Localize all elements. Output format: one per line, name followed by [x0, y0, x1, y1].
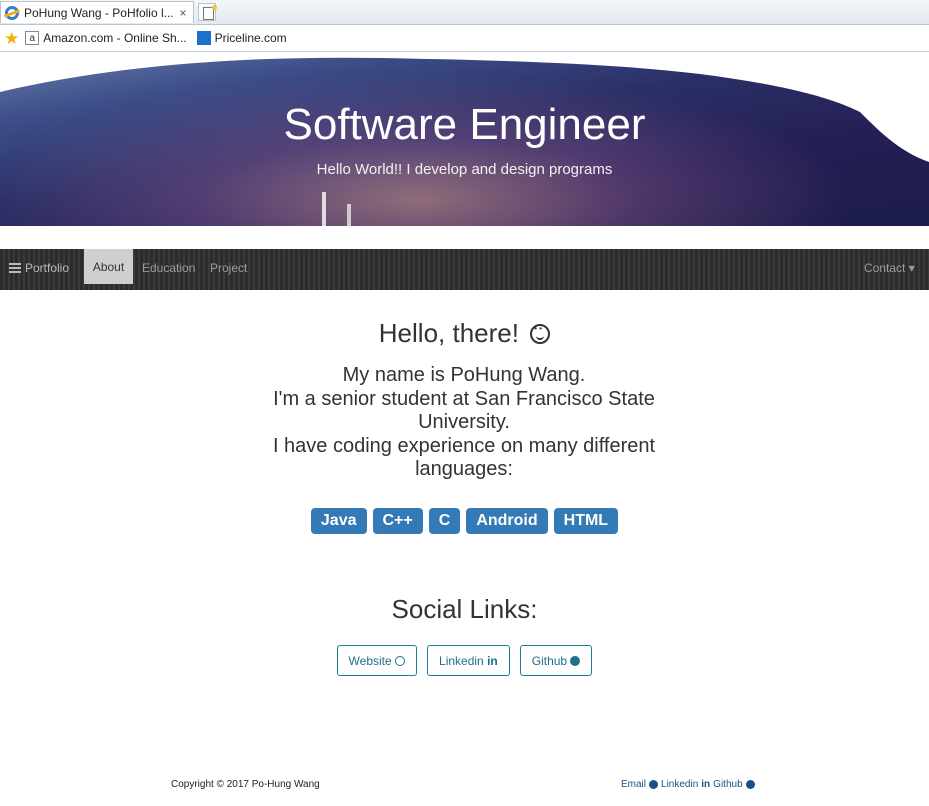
nav-item-education[interactable]: Education: [142, 261, 195, 275]
footer-link-github[interactable]: Github: [713, 779, 742, 790]
nav-item-project[interactable]: Project: [210, 261, 247, 275]
brand-label: Portfolio: [25, 261, 70, 275]
favorites-bar: ★ a Amazon.com - Online Sh... Priceline.…: [0, 25, 929, 52]
new-tab-icon: [203, 5, 217, 20]
nav-item-about[interactable]: About: [84, 249, 133, 284]
github-label: Github: [531, 654, 568, 668]
linkedin-label: Linkedin: [439, 654, 484, 668]
email-icon: [649, 780, 659, 789]
intro-line: University.: [418, 411, 510, 433]
linkedin-icon: in: [487, 654, 498, 668]
language-badge-cpp: C++: [372, 508, 423, 534]
tab-title: PoHung Wang - PoHfolio l...: [24, 5, 174, 20]
favorite-label: Priceline.com: [214, 31, 287, 45]
tower-silhouette: [347, 204, 351, 226]
copyright-text: Copyright © 2017 Po-Hung Wang: [171, 779, 320, 790]
menu-icon: [9, 261, 21, 275]
ie-icon: [5, 5, 19, 20]
intro-line: I have coding experience on many differe…: [272, 434, 656, 457]
linkedin-icon: in: [701, 779, 711, 790]
browser-tab[interactable]: PoHung Wang - PoHfolio l... ×: [0, 1, 194, 23]
site-navbar: Portfolio About Education Project Contac…: [0, 249, 929, 290]
github-icon: [570, 656, 581, 666]
footer-links: Email Linkedin in Github: [621, 779, 755, 790]
language-badge-java: Java: [310, 508, 367, 534]
intro-line: languages:: [415, 458, 513, 480]
intro-line: My name is PoHung Wang.: [342, 364, 586, 386]
intro-line: I'm a senior student at San Francisco St…: [273, 387, 655, 410]
greeting-text: Hello, there!: [378, 318, 519, 348]
website-button[interactable]: Website: [336, 645, 418, 676]
language-badge-android: Android: [466, 508, 548, 534]
intro-paragraph: My name is PoHung Wang. I'm a senior stu…: [249, 364, 679, 482]
github-button[interactable]: Github: [519, 645, 593, 676]
hero-banner: Software Engineer Hello World!! I develo…: [0, 52, 929, 226]
social-links: Website Linkedin in Github: [0, 645, 929, 676]
browser-tab-bar: PoHung Wang - PoHfolio l... ×: [0, 0, 929, 25]
social-links-heading: Social Links:: [391, 594, 538, 624]
linkedin-button[interactable]: Linkedin in: [427, 645, 510, 676]
nav-item-contact-dropdown[interactable]: Contact ▾: [864, 261, 915, 275]
language-badge-html: HTML: [553, 508, 619, 534]
hero-title: Software Engineer: [283, 100, 646, 149]
priceline-favicon-icon: [196, 31, 211, 45]
favorite-label: Amazon.com - Online Sh...: [43, 31, 187, 45]
hero-subtitle: Hello World!! I develop and design progr…: [316, 161, 613, 178]
website-label: Website: [348, 654, 392, 668]
github-icon: [745, 780, 755, 789]
language-badges: Java C++ C Android HTML: [0, 508, 929, 534]
favorite-amazon[interactable]: a Amazon.com - Online Sh...: [25, 31, 187, 45]
language-badge-c: C: [428, 508, 461, 534]
footer-link-linkedin[interactable]: Linkedin: [661, 779, 698, 790]
smile-icon: [530, 324, 551, 344]
tower-silhouette: [322, 192, 326, 226]
favorites-star-icon[interactable]: ★: [4, 30, 19, 47]
footer-link-email[interactable]: Email: [621, 779, 646, 790]
new-tab-button[interactable]: [198, 3, 217, 21]
close-icon[interactable]: ×: [176, 6, 190, 20]
greeting-heading: Hello, there!: [0, 318, 929, 349]
navbar-brand[interactable]: Portfolio: [9, 261, 69, 275]
globe-icon: [395, 656, 406, 666]
amazon-favicon-icon: a: [25, 31, 40, 45]
favorite-priceline[interactable]: Priceline.com: [196, 31, 287, 45]
